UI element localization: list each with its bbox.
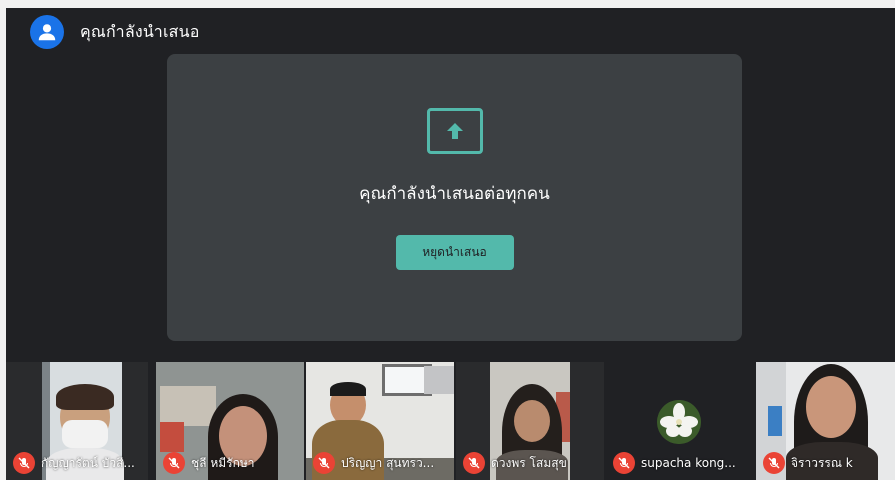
participant-label: ปริญญา สุนทรว... bbox=[313, 452, 434, 474]
participant-label: กัญญารัตน์ บัวสี... bbox=[13, 452, 135, 474]
participant-name: จิราวรรณ k bbox=[791, 455, 853, 470]
participant-name: supacha kong... bbox=[641, 456, 736, 470]
mic-off-icon bbox=[313, 452, 335, 474]
mic-off-icon bbox=[763, 452, 785, 474]
participant-tile[interactable]: ปริญญา สุนทรว... bbox=[306, 362, 454, 480]
participant-strip: กัญญารัตน์ บัวสี... ชุลี หมีรักษา ปริญญา… bbox=[6, 362, 895, 480]
mic-off-icon bbox=[163, 452, 185, 474]
presenting-title: คุณกำลังนำเสนอต่อทุกคน bbox=[359, 184, 550, 204]
presenter-header: คุณกำลังนำเสนอ bbox=[30, 14, 200, 50]
participant-tile[interactable]: supacha kong... bbox=[606, 362, 754, 480]
presenter-label: คุณกำลังนำเสนอ bbox=[80, 21, 200, 41]
person-icon bbox=[38, 24, 56, 41]
participant-label: ชุลี หมีรักษา bbox=[163, 452, 255, 474]
participant-name: ดวงพร โสมสุข bbox=[491, 455, 567, 470]
present-to-all-icon bbox=[426, 108, 483, 154]
participant-label: ดวงพร โสมสุข bbox=[463, 452, 567, 474]
participant-name: กัญญารัตน์ บัวสี... bbox=[41, 455, 135, 470]
avatar[interactable] bbox=[30, 15, 64, 49]
stop-presenting-button[interactable]: หยุดนำเสนอ bbox=[395, 235, 514, 270]
participant-name: ปริญญา สุนทรว... bbox=[341, 455, 435, 470]
participant-tile[interactable]: ดวงพร โสมสุข bbox=[456, 362, 604, 480]
participant-avatar bbox=[657, 400, 701, 444]
participant-name: ชุลี หมีรักษา bbox=[191, 455, 255, 470]
presentation-stage: คุณกำลังนำเสนอ คุณกำลังนำเสนอต่อทุกคน หย… bbox=[6, 8, 895, 360]
participant-tile[interactable]: จิราวรรณ k bbox=[756, 362, 895, 480]
mic-off-icon bbox=[463, 452, 485, 474]
window-top-border bbox=[0, 0, 895, 8]
participant-label: จิราวรรณ k bbox=[763, 452, 853, 474]
presenting-panel: คุณกำลังนำเสนอต่อทุกคน หยุดนำเสนอ bbox=[167, 54, 742, 341]
mic-off-icon bbox=[13, 452, 35, 474]
participant-tile[interactable]: ชุลี หมีรักษา bbox=[156, 362, 304, 480]
participant-label: supacha kong... bbox=[613, 452, 736, 474]
participant-tile[interactable]: กัญญารัตน์ บัวสี... bbox=[6, 362, 148, 480]
mic-off-icon bbox=[613, 452, 635, 474]
